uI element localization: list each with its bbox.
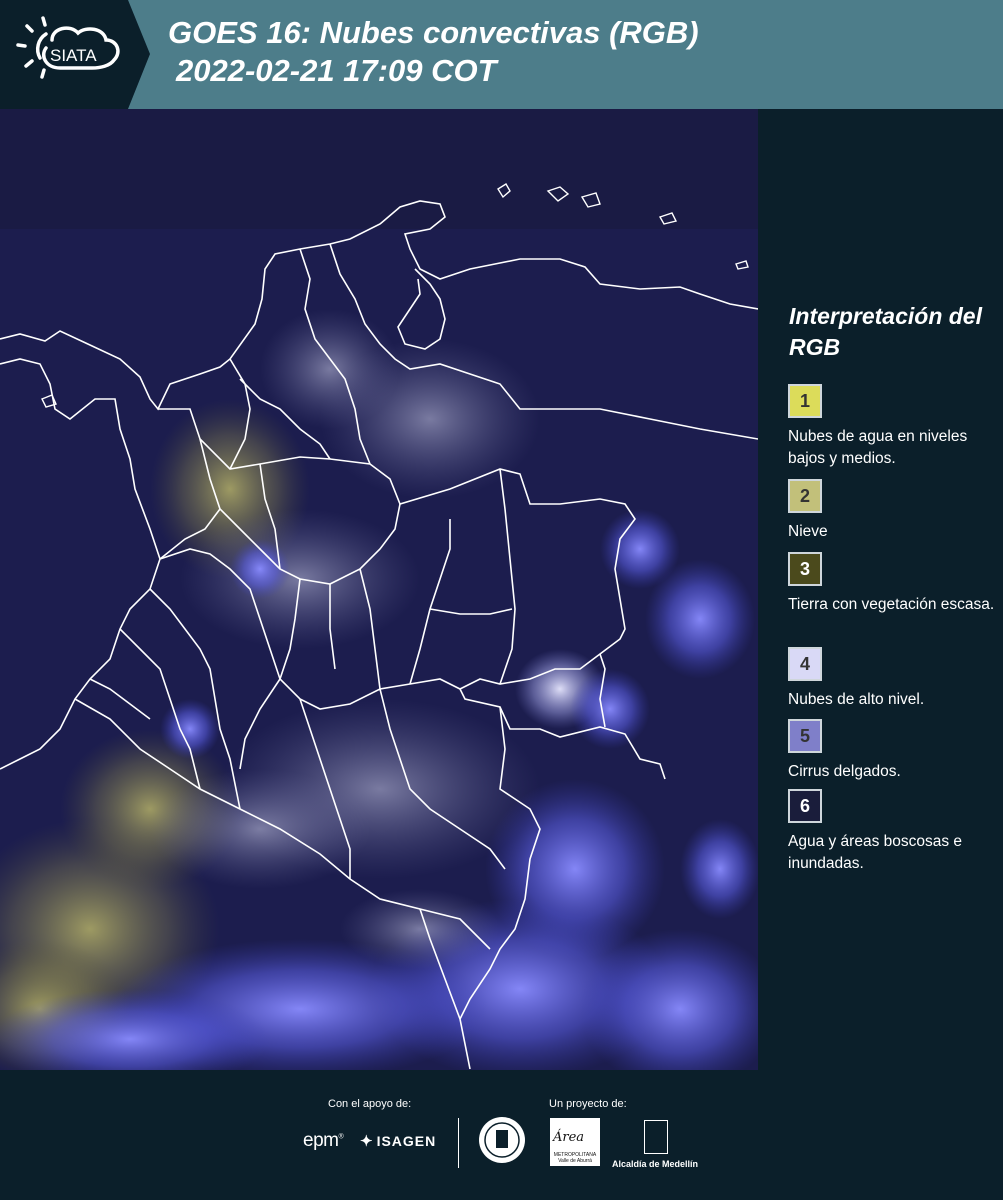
footer-divider	[458, 1118, 459, 1168]
legend-swatch-3: 3	[788, 552, 822, 586]
svg-text:SIATA: SIATA	[50, 46, 97, 65]
title-block: GOES 16: Nubes convectivas (RGB) 2022-02…	[168, 14, 699, 90]
legend-title: Interpretación del RGB	[789, 303, 982, 360]
isagen-text: ISAGEN	[376, 1133, 437, 1149]
legend-item-6: 6 Agua y áreas boscosas e inundadas.	[788, 789, 998, 875]
isagen-logo: ✦ ISAGEN	[360, 1132, 436, 1150]
legend-label-2: Nieve	[788, 523, 828, 540]
legend-swatch-1: 1	[788, 384, 822, 418]
siata-logo: SIATA	[0, 0, 150, 109]
legend-item-2: 2 Nieve	[788, 479, 998, 543]
legend-label-5: Cirrus delgados.	[788, 763, 901, 780]
project-label: Un proyecto de:	[549, 1098, 627, 1110]
page-title: GOES 16: Nubes convectivas (RGB)	[168, 15, 699, 50]
legend-item-4: 4 Nubes de alto nivel.	[788, 647, 998, 711]
legend-swatch-6: 6	[788, 789, 822, 823]
legend-label-3: Tierra con vegetación escasa.	[788, 596, 995, 613]
legend-swatch-2: 2	[788, 479, 822, 513]
footer: Con el apoyo de: Un proyecto de: epm® ✦ I…	[0, 1070, 1003, 1200]
satellite-map	[0, 109, 758, 1070]
legend-item-5: 5 Cirrus delgados.	[788, 719, 998, 783]
alcaldia-building-icon	[644, 1120, 668, 1154]
timestamp: 2022-02-21 17:09 COT	[176, 53, 497, 88]
area-metropolitana-text: Área	[553, 1130, 585, 1145]
epm-text: epm	[303, 1130, 339, 1151]
legend-label-4: Nubes de alto nivel.	[788, 691, 925, 708]
epm-logo: epm®	[303, 1130, 344, 1151]
area-subtitle: METROPOLITANA Valle de Aburrá	[553, 1152, 597, 1164]
header-bar: SIATA GOES 16: Nubes convectivas (RGB) 2…	[0, 0, 1003, 109]
legend-item-1: 1 Nubes de agua en niveles bajos y medios…	[788, 384, 998, 470]
legend-swatch-4: 4	[788, 647, 822, 681]
medellin-seal-icon	[479, 1117, 525, 1163]
legend-item-3: 3 Tierra con vegetación escasa.	[788, 552, 998, 616]
legend-panel: Interpretación del RGB 1 Nubes de agua en…	[758, 109, 1003, 1070]
isagen-mark-icon: ✦	[360, 1133, 374, 1150]
legend-label-6: Agua y áreas boscosas e inundadas.	[788, 833, 963, 872]
legend-label-1: Nubes de agua en niveles bajos y medios.	[788, 428, 968, 467]
support-label: Con el apoyo de:	[328, 1098, 412, 1110]
alcaldia-text: Alcaldía de Medellín	[612, 1159, 699, 1169]
legend-swatch-5: 5	[788, 719, 822, 753]
